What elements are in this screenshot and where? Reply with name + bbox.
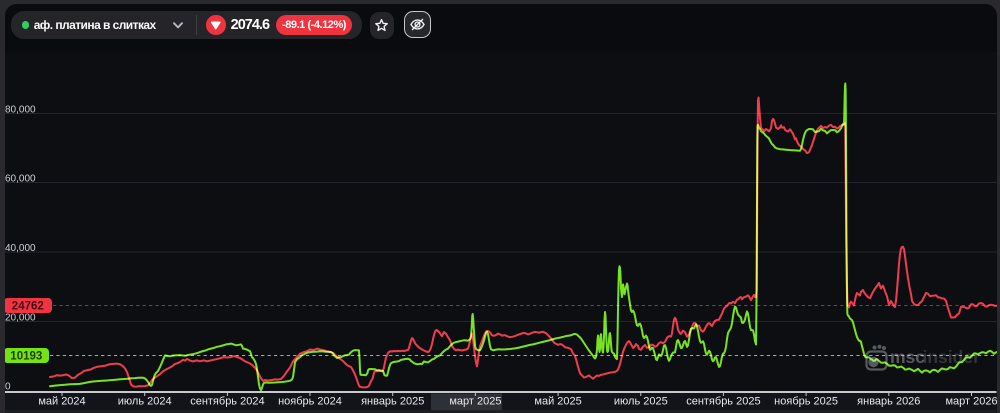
svg-text:0: 0 <box>5 381 11 392</box>
svg-text:24762: 24762 <box>12 301 44 313</box>
svg-text:май 2025: май 2025 <box>534 396 581 408</box>
svg-text:январь 2026: январь 2026 <box>857 396 920 408</box>
svg-text:10193: 10193 <box>10 351 42 363</box>
svg-text:сентябрь 2025: сентябрь 2025 <box>686 396 760 408</box>
svg-text:60,000: 60,000 <box>5 173 36 184</box>
svg-text:июль 2025: июль 2025 <box>614 396 668 408</box>
svg-text:сентябрь 2024: сентябрь 2024 <box>190 396 264 408</box>
svg-text:20,000: 20,000 <box>5 312 36 323</box>
svg-text:ноябрь 2025: ноябрь 2025 <box>774 396 838 408</box>
svg-text:msc: msc <box>890 347 925 367</box>
svg-text:март 2025: март 2025 <box>449 396 501 408</box>
svg-text:июль 2024: июль 2024 <box>118 396 172 408</box>
svg-text:ноябрь 2024: ноябрь 2024 <box>278 396 342 408</box>
svg-text:80,000: 80,000 <box>5 104 36 115</box>
svg-text:май 2024: май 2024 <box>38 396 85 408</box>
svg-text:март 2026: март 2026 <box>945 396 996 408</box>
svg-text:январь 2025: январь 2025 <box>361 396 424 408</box>
svg-text:40,000: 40,000 <box>5 243 36 254</box>
